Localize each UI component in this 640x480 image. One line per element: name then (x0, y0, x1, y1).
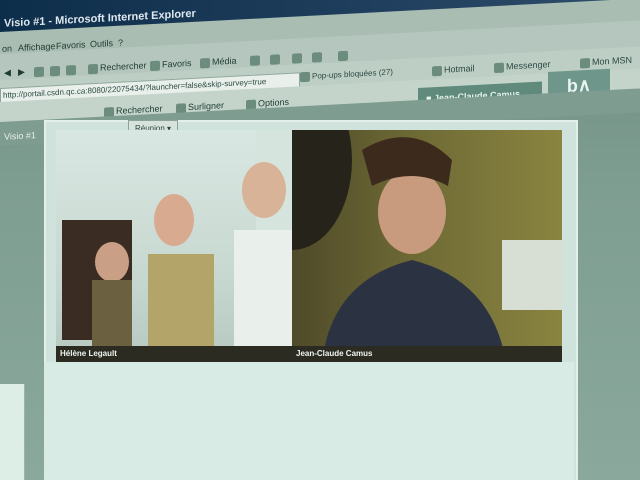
media-icon (200, 57, 210, 69)
back-icon[interactable]: ◀ (4, 67, 11, 78)
home-icon[interactable] (66, 64, 78, 76)
popups-blocked[interactable]: Pop-ups bloquées (27) (300, 67, 393, 83)
meeting-content-area (44, 362, 574, 480)
side-panel (0, 384, 25, 480)
media-label: Média (212, 55, 237, 67)
video-feed-right: Jean-Claude Camus (292, 130, 562, 362)
print-icon[interactable] (292, 52, 304, 64)
mail-icon[interactable] (270, 53, 282, 65)
edit-icon[interactable] (312, 51, 324, 63)
video-left-scene (62, 130, 292, 362)
media-button[interactable]: Média (200, 56, 237, 69)
stop-icon[interactable] (34, 66, 46, 77)
forward-icon[interactable]: ▶ (18, 67, 25, 78)
menu-item-file[interactable]: on (2, 43, 12, 54)
popups-label: Pop-ups bloquées (27) (312, 67, 393, 81)
menu-item-help[interactable]: ? (118, 38, 123, 48)
screen: Visio #1 - Microsoft Internet Explorer o… (0, 0, 640, 480)
favorites-button[interactable]: Favoris (150, 58, 192, 71)
video-caption-left: Hélène Legault (56, 346, 292, 362)
star-icon (150, 60, 160, 71)
messenger-label: Messenger (506, 59, 551, 72)
video-right-scene (292, 130, 562, 362)
search-icon (88, 63, 98, 75)
hotmail-icon (432, 65, 442, 76)
mon-msn-link[interactable]: Mon MSN (580, 54, 633, 69)
video-feed-left: Hélène Legault (56, 130, 292, 362)
search-label: Rechercher (100, 60, 147, 73)
hotmail-label: Hotmail (444, 63, 475, 75)
video-conference-area: Hélène Legault Jean-Claude Camus (56, 130, 562, 362)
msn-icon (580, 57, 590, 69)
popup-blocked-icon (300, 71, 310, 83)
history-icon[interactable] (250, 54, 262, 66)
page-title: Visio #1 (4, 130, 36, 142)
discuss-icon[interactable] (338, 50, 350, 61)
refresh-icon[interactable] (50, 65, 62, 77)
hotmail-link[interactable]: Hotmail (432, 63, 475, 76)
video-caption-right: Jean-Claude Camus (292, 346, 562, 362)
messenger-icon (494, 62, 504, 73)
mon-msn-label: Mon MSN (592, 54, 633, 67)
messenger-link[interactable]: Messenger (494, 59, 551, 73)
favorites-label: Favoris (162, 57, 192, 70)
